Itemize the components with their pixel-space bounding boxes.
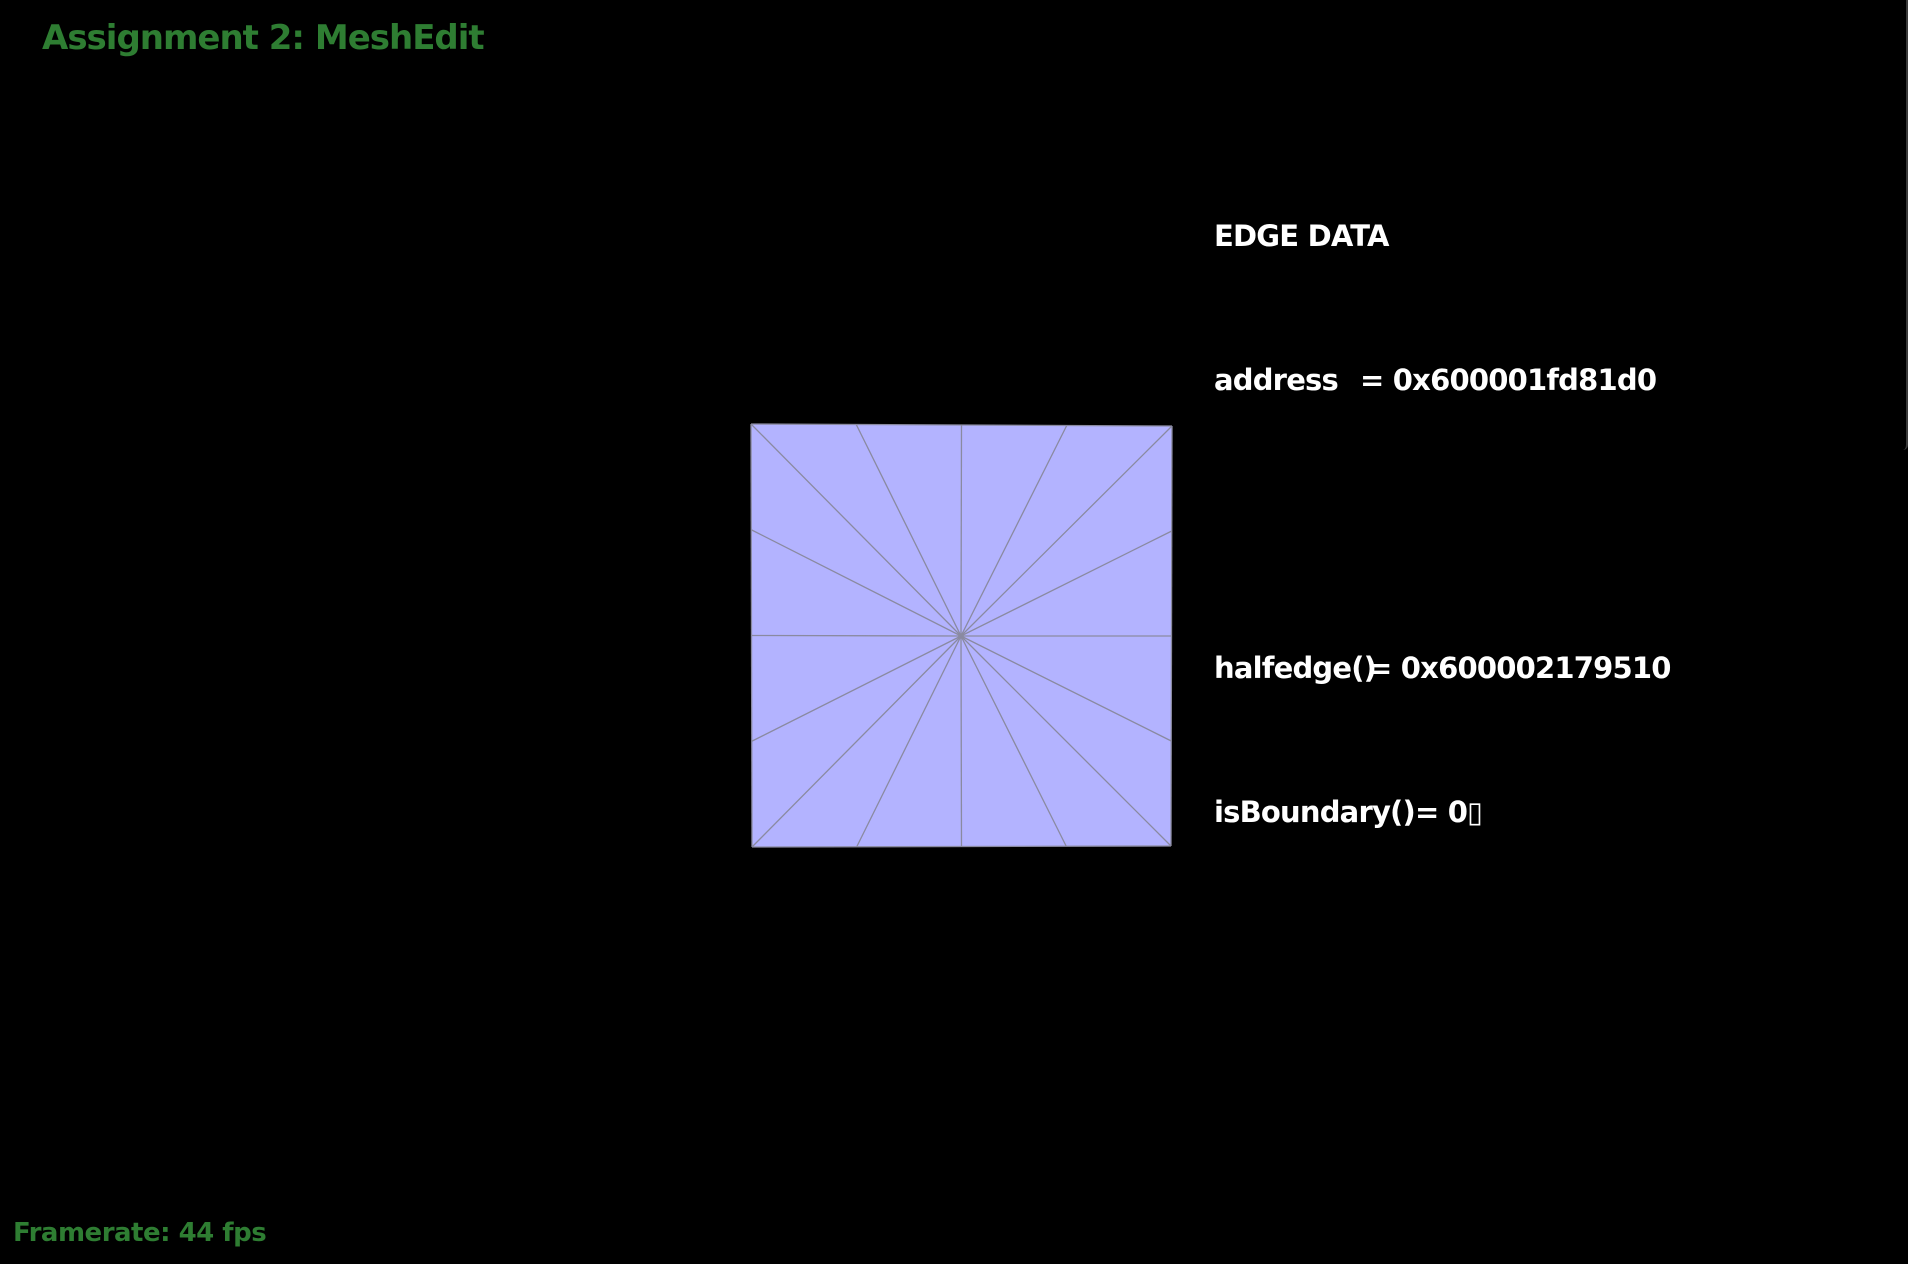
mesh-spoke-edge[interactable]	[751, 634, 962, 637]
mesh-spoke-edge[interactable]	[960, 635, 963, 847]
framerate-readout: Framerate: 44 fps	[13, 1218, 267, 1248]
window-scrollbar-edge	[1903, 0, 1908, 450]
mesh-spoke-edge[interactable]	[960, 424, 963, 637]
mesh-viewport[interactable]	[0, 0, 1908, 1264]
